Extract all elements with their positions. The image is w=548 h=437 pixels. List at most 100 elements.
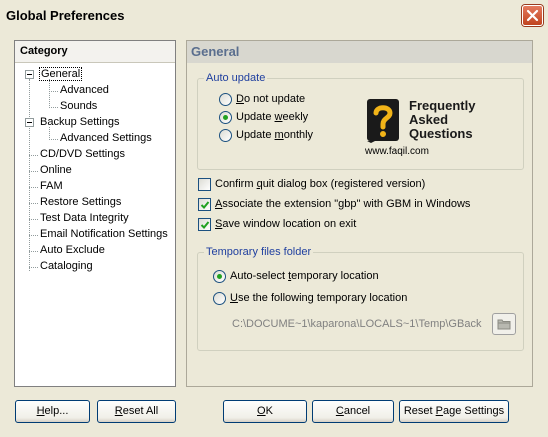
radio-button[interactable] <box>219 93 232 106</box>
sidebar-item-general[interactable]: General <box>15 67 175 83</box>
radio-button[interactable] <box>219 129 232 142</box>
faq-line: Asked <box>409 112 449 127</box>
checkmark-icon <box>200 221 210 229</box>
label-text: K <box>265 405 273 417</box>
folder-icon <box>497 319 511 330</box>
sidebar-item-label: Test Data Integrity <box>40 212 129 224</box>
global-preferences-window: Global Preferences Category General Adva… <box>0 0 548 437</box>
sidebar-item-restore-settings[interactable]: Restore Settings <box>15 195 175 211</box>
checkbox-label: Confirm quit dialog box (registered vers… <box>215 178 425 190</box>
temp-folder-group: Temporary files folder Auto-select tempo… <box>197 246 524 351</box>
sidebar-item-email-notification-settings[interactable]: Email Notification Settings <box>15 227 175 243</box>
label-text: Reset <box>403 405 436 417</box>
radio-label: Update monthly <box>236 129 313 141</box>
label-text: Update <box>236 111 275 123</box>
tree-connector <box>29 187 38 188</box>
tree-connector <box>29 203 38 204</box>
accelerator-key: R <box>114 405 123 417</box>
tree-connector <box>29 219 38 220</box>
radio-label: Do not update <box>236 93 305 105</box>
sidebar-item-advanced[interactable]: Advanced <box>15 83 175 99</box>
sidebar-item-test-data-integrity[interactable]: Test Data Integrity <box>15 211 175 227</box>
faq-line: Questions <box>409 126 473 141</box>
question-mark-logo-icon <box>367 99 399 143</box>
collapse-icon[interactable] <box>25 70 34 79</box>
collapse-icon[interactable] <box>25 118 34 127</box>
page-title: General <box>187 41 532 63</box>
radio-label: Use the following temporary location <box>230 292 407 304</box>
label-text: onthly <box>283 129 314 141</box>
tree-connector <box>29 235 38 236</box>
label-text: age Settings <box>442 405 505 417</box>
sidebar-item-label: Backup Settings <box>40 116 120 128</box>
tree-connector <box>29 251 38 252</box>
browse-folder-button[interactable] <box>492 313 516 335</box>
cancel-button[interactable]: Cancel <box>312 400 394 423</box>
radio-label: Update weekly <box>236 111 308 123</box>
label-text: o not update <box>243 93 306 105</box>
window-title: Global Preferences <box>6 8 125 23</box>
radio-button[interactable] <box>213 270 226 283</box>
tree-connector <box>49 107 58 108</box>
sidebar-item-cd-dvd-settings[interactable]: CD/DVD Settings <box>15 147 175 163</box>
accelerator-key: m <box>274 129 284 141</box>
label-text: ave window location on exit <box>222 218 357 230</box>
sidebar-item-fam[interactable]: FAM <box>15 179 175 195</box>
close-icon <box>526 9 539 22</box>
label-text: eekly <box>282 111 309 123</box>
radio-button[interactable] <box>219 111 232 124</box>
reset-all-button[interactable]: Reset All <box>97 400 176 423</box>
label-text: Auto-select <box>230 270 289 282</box>
tree-connector <box>49 91 58 92</box>
temp-location-path-field[interactable]: C:\DOCUME~1\kaparona\LOCALS~1\Temp\GBack <box>232 315 488 333</box>
sidebar-item-label: Sounds <box>60 100 98 112</box>
label-text: ancel <box>343 405 371 417</box>
accelerator-key: P <box>435 405 443 417</box>
temp-folder-legend: Temporary files folder <box>204 246 314 258</box>
sidebar-item-label: FAM <box>40 180 63 192</box>
category-header: Category <box>15 41 175 63</box>
accelerator-key: U <box>230 292 238 304</box>
tree-connector <box>29 171 38 172</box>
sidebar-item-advanced-settings[interactable]: Advanced Settings <box>15 131 175 147</box>
label-text: Update <box>236 129 275 141</box>
radio-button[interactable] <box>213 292 226 305</box>
accelerator-key: H <box>36 405 45 417</box>
sidebar-item-label: Cataloging <box>40 260 93 272</box>
label-text: eset All <box>122 405 159 417</box>
sidebar-item-label: Advanced <box>60 84 109 96</box>
label-text: Confirm <box>215 178 257 190</box>
label-text: se the following temporary location <box>237 292 408 304</box>
checkbox-label: Associate the extension "gbp" with GBM i… <box>215 198 470 210</box>
checkbox[interactable] <box>198 178 211 191</box>
help-button[interactable]: Help... <box>15 400 90 423</box>
tree-connector <box>29 155 38 156</box>
sidebar-item-label: CD/DVD Settings <box>40 148 125 160</box>
accelerator-key: C <box>335 405 344 417</box>
reset-page-settings-button[interactable]: Reset Page Settings <box>399 400 509 423</box>
tree-connector <box>29 267 38 268</box>
label-text: ssociate the extension "gbp" with GBM in… <box>222 198 471 210</box>
title-bar[interactable]: Global Preferences <box>0 0 548 32</box>
sidebar-item-sounds[interactable]: Sounds <box>15 99 175 115</box>
sidebar-item-label: Online <box>40 164 72 176</box>
faq-url: www.faqil.com <box>365 146 429 157</box>
sidebar-item-online[interactable]: Online <box>15 163 175 179</box>
sidebar-item-cataloging[interactable]: Cataloging <box>15 259 175 275</box>
accelerator-key: D <box>236 93 244 105</box>
label-text: emporary location <box>291 270 379 282</box>
sidebar-item-auto-exclude[interactable]: Auto Exclude <box>15 243 175 259</box>
close-button[interactable] <box>522 5 543 26</box>
sidebar-item-label: General <box>38 67 83 81</box>
faq-line: Frequently <box>409 98 476 113</box>
sidebar-item-label: Auto Exclude <box>40 244 105 256</box>
faq-logo-text: Frequently Asked Questions <box>409 99 475 141</box>
checkmark-icon <box>200 201 210 209</box>
faq-logo: Frequently Asked Questions www.faqil.com <box>365 99 475 159</box>
checkbox[interactable] <box>198 198 211 211</box>
radio-label: Auto-select temporary location <box>230 270 379 282</box>
ok-button[interactable]: OK <box>223 400 307 423</box>
checkbox[interactable] <box>198 218 211 231</box>
accelerator-key: O <box>257 405 266 417</box>
sidebar-item-backup-settings[interactable]: Backup Settings <box>15 115 175 131</box>
